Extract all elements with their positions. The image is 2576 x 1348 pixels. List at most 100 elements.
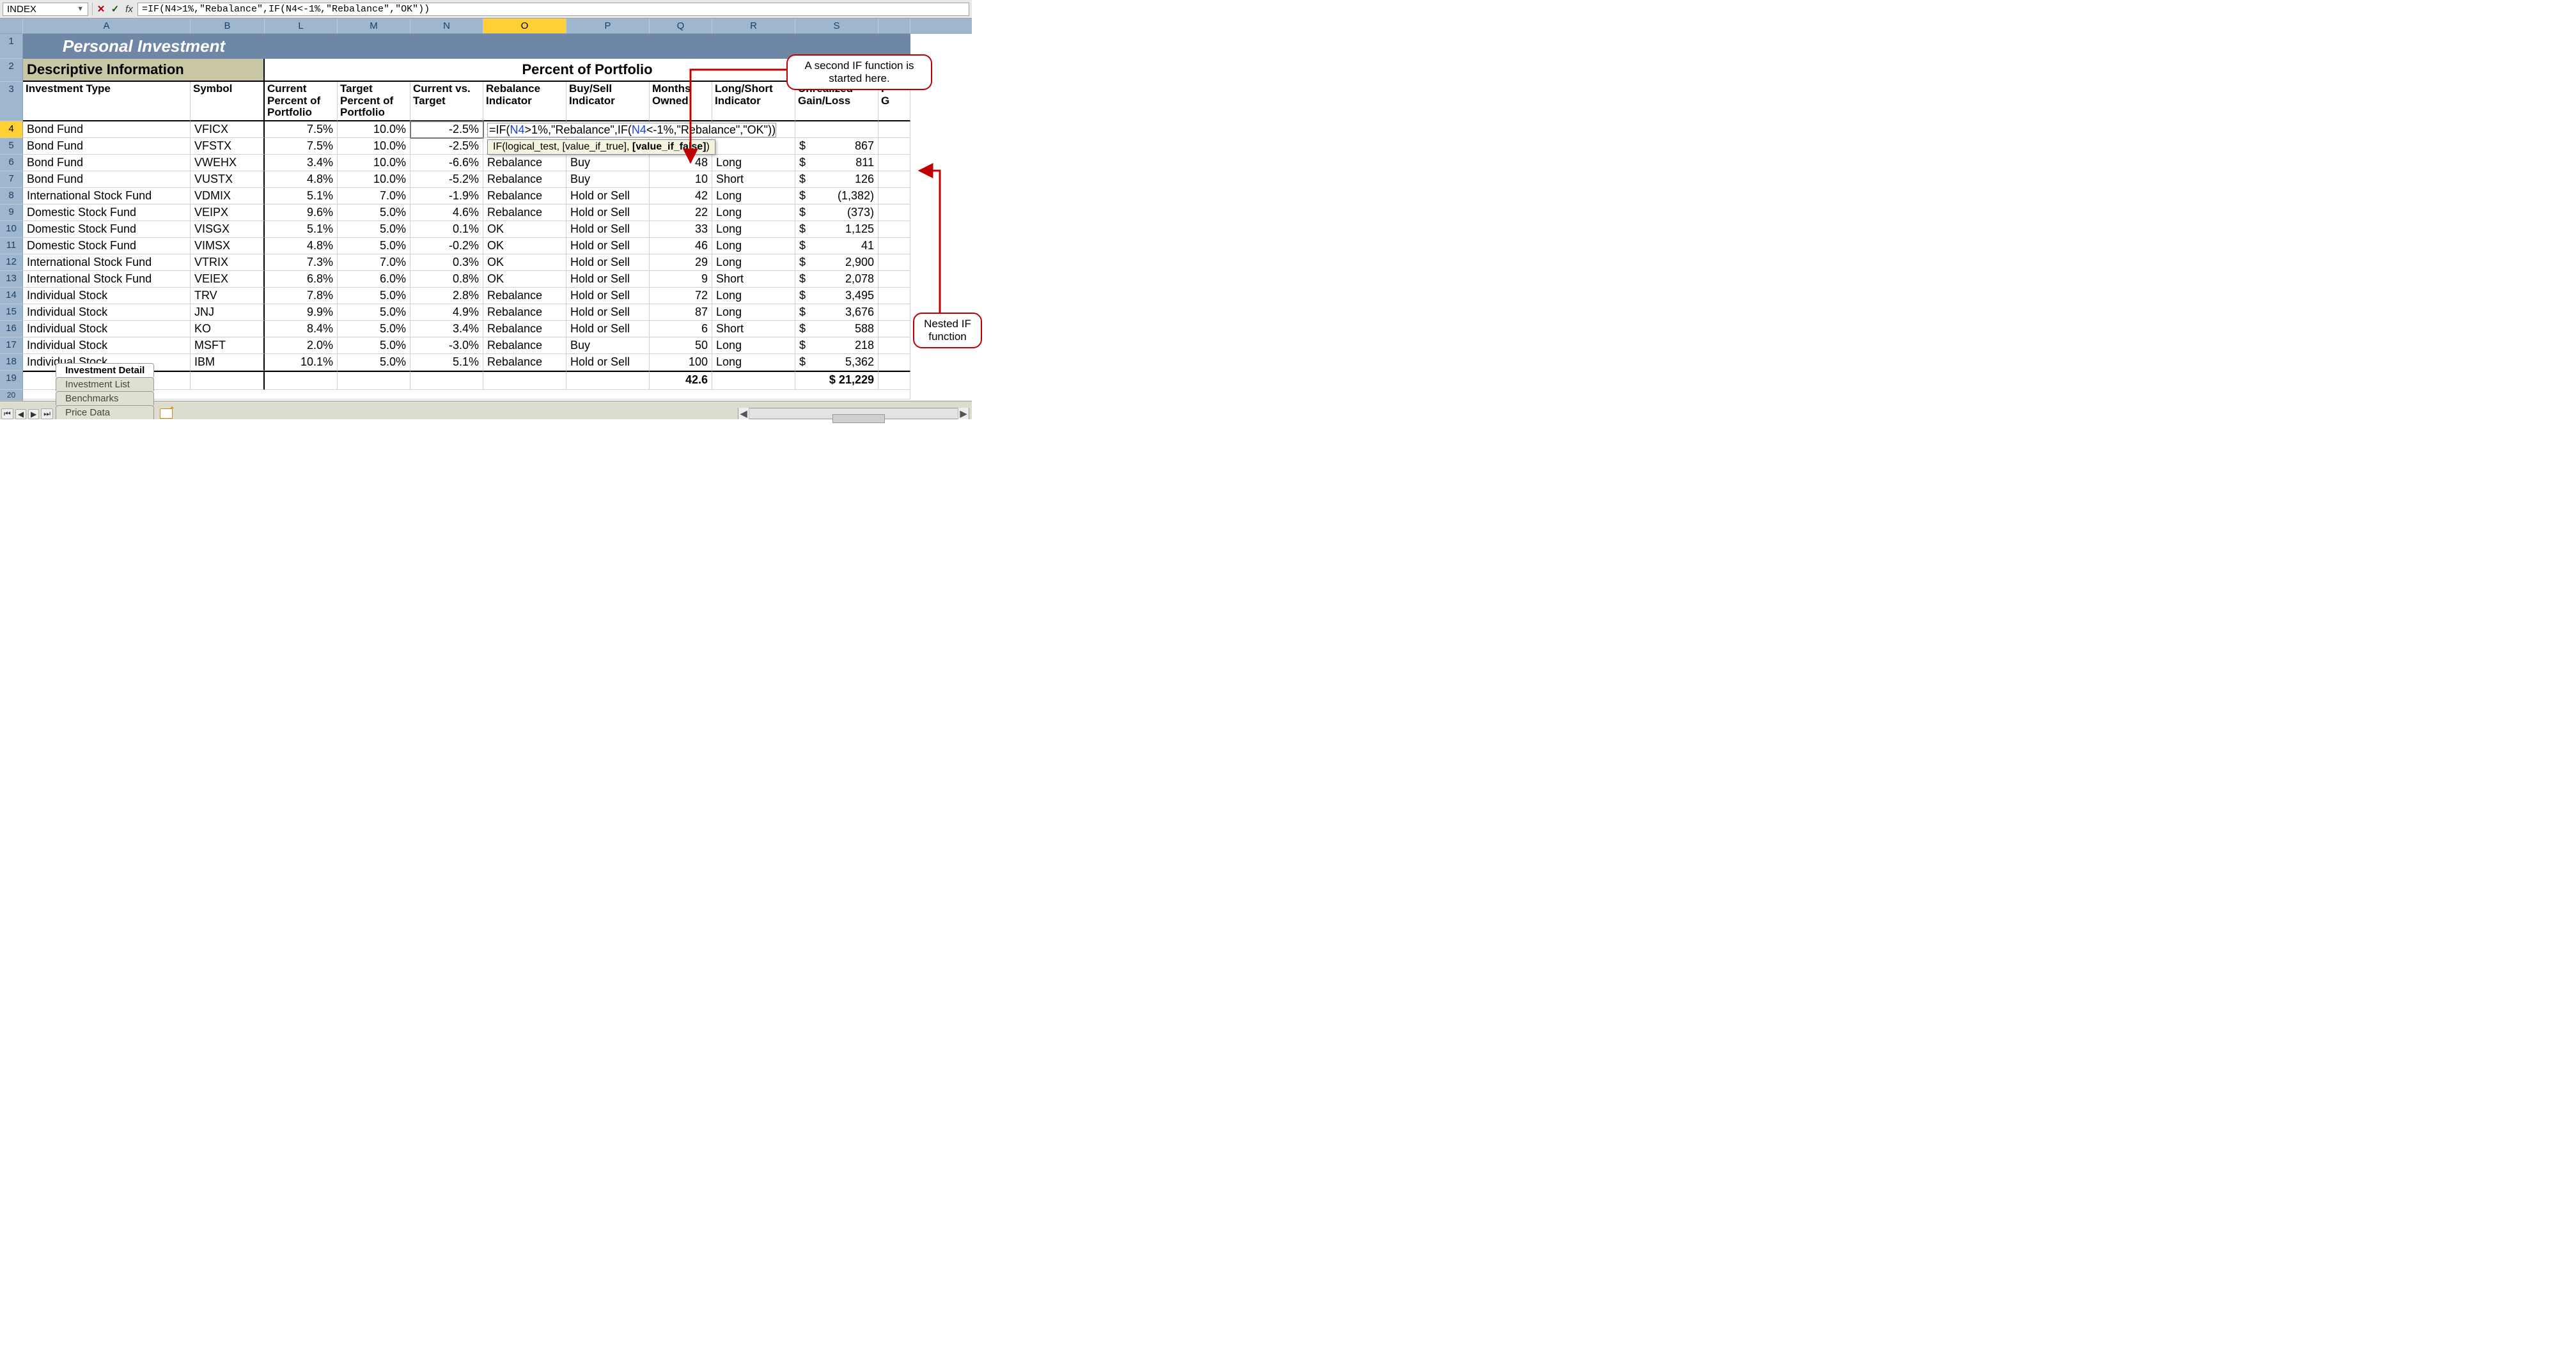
scroll-thumb[interactable] xyxy=(832,414,885,423)
cell-months[interactable]: 9 xyxy=(650,271,712,288)
cell-investment-type[interactable]: Individual Stock xyxy=(23,321,191,337)
cell-unrealized[interactable] xyxy=(795,121,878,138)
row-header[interactable]: 7 xyxy=(0,171,23,188)
cell-rebalance[interactable]: Rebalance xyxy=(483,205,566,221)
new-sheet-button[interactable] xyxy=(158,408,175,419)
cell-symbol[interactable]: VUSTX xyxy=(191,171,265,188)
cell-current-vs-target[interactable]: 5.1% xyxy=(410,354,483,371)
cell-current-pct[interactable]: 4.8% xyxy=(265,238,338,254)
cell-current-pct[interactable]: 9.9% xyxy=(265,304,338,321)
cell-pg[interactable] xyxy=(878,155,910,171)
cell-current-pct[interactable]: 3.4% xyxy=(265,155,338,171)
cell-longshort[interactable]: Short xyxy=(712,271,795,288)
cell-symbol[interactable]: VFICX xyxy=(191,121,265,138)
tab-nav-next-icon[interactable]: ▶ xyxy=(28,409,39,419)
cell-current-pct[interactable]: 7.3% xyxy=(265,254,338,271)
cell-unrealized[interactable]: $1,125 xyxy=(795,221,878,238)
cell-longshort[interactable]: Short xyxy=(712,171,795,188)
cell-symbol[interactable]: JNJ xyxy=(191,304,265,321)
row-header[interactable]: 13 xyxy=(0,271,23,288)
cell-longshort[interactable]: Long xyxy=(712,221,795,238)
cell-buysell[interactable]: Hold or Sell xyxy=(566,288,650,304)
horizontal-scrollbar[interactable]: ◀ ▶ xyxy=(738,408,969,419)
cell-rebalance[interactable]: OK xyxy=(483,238,566,254)
cell-symbol[interactable]: VISGX xyxy=(191,221,265,238)
cell-current-pct[interactable]: 2.0% xyxy=(265,337,338,354)
cell-investment-type[interactable]: Individual Stock xyxy=(23,304,191,321)
column-header[interactable]: M xyxy=(338,19,410,34)
cell-unrealized[interactable]: $126 xyxy=(795,171,878,188)
cell-target-pct[interactable]: 10.0% xyxy=(338,121,410,138)
cell-buysell[interactable]: Hold or Sell xyxy=(566,254,650,271)
column-header[interactable]: P xyxy=(566,19,650,34)
cell-target-pct[interactable]: 5.0% xyxy=(338,221,410,238)
cell-rebalance[interactable]: Rebalance xyxy=(483,337,566,354)
column-header[interactable]: Q xyxy=(650,19,712,34)
row-header[interactable]: 18 xyxy=(0,354,23,371)
cell-buysell[interactable]: Buy xyxy=(566,171,650,188)
row-header[interactable]: 3 xyxy=(0,82,23,121)
cell-symbol[interactable]: VTRIX xyxy=(191,254,265,271)
cell-months[interactable]: 22 xyxy=(650,205,712,221)
cell-investment-type[interactable]: Bond Fund xyxy=(23,155,191,171)
cell-pg[interactable] xyxy=(878,271,910,288)
cell-longshort[interactable]: Long xyxy=(712,337,795,354)
cell-symbol[interactable]: VEIPX xyxy=(191,205,265,221)
cell-investment-type[interactable]: Bond Fund xyxy=(23,138,191,155)
sheet-tab[interactable]: Benchmarks xyxy=(56,391,154,405)
cell-rebalance[interactable]: Rebalance xyxy=(483,354,566,371)
formula-cancel-button[interactable]: ✕ xyxy=(94,3,108,15)
cell-symbol[interactable]: VIMSX xyxy=(191,238,265,254)
row-header[interactable]: 17 xyxy=(0,337,23,354)
cell-current-vs-target[interactable]: 4.9% xyxy=(410,304,483,321)
cell-investment-type[interactable]: Individual Stock xyxy=(23,288,191,304)
cell-pg[interactable] xyxy=(878,337,910,354)
row-header[interactable]: 10 xyxy=(0,221,23,238)
cell-current-pct[interactable]: 7.5% xyxy=(265,121,338,138)
column-header[interactable]: N xyxy=(410,19,483,34)
cell-symbol[interactable]: MSFT xyxy=(191,337,265,354)
cell-current-pct[interactable]: 10.1% xyxy=(265,354,338,371)
row-header[interactable]: 16 xyxy=(0,321,23,337)
cell-target-pct[interactable]: 5.0% xyxy=(338,354,410,371)
cell-pg[interactable] xyxy=(878,171,910,188)
cell-rebalance[interactable]: OK xyxy=(483,221,566,238)
cell-buysell[interactable]: Hold or Sell xyxy=(566,321,650,337)
column-header[interactable] xyxy=(878,19,910,34)
cell-months[interactable]: 87 xyxy=(650,304,712,321)
cell-months[interactable]: 33 xyxy=(650,221,712,238)
cell-rebalance[interactable]: OK xyxy=(483,271,566,288)
cell-unrealized[interactable]: $588 xyxy=(795,321,878,337)
cell-buysell[interactable]: Buy xyxy=(566,337,650,354)
row-header[interactable]: 5 xyxy=(0,138,23,155)
cell-current-pct[interactable]: 6.8% xyxy=(265,271,338,288)
cell-longshort[interactable]: Long xyxy=(712,354,795,371)
row-header[interactable]: 12 xyxy=(0,254,23,271)
cell-months[interactable]: 42 xyxy=(650,188,712,205)
cell-rebalance[interactable]: Rebalance xyxy=(483,188,566,205)
row-header[interactable]: 9 xyxy=(0,205,23,221)
inline-formula-edit[interactable]: =IF(N4>1%,"Rebalance",IF(N4<-1%,"Rebalan… xyxy=(487,123,776,137)
cell-investment-type[interactable]: International Stock Fund xyxy=(23,188,191,205)
cell-target-pct[interactable]: 7.0% xyxy=(338,254,410,271)
scroll-right-icon[interactable]: ▶ xyxy=(958,408,969,419)
sheet-tab[interactable]: Price Data xyxy=(56,405,154,419)
cell-pg[interactable] xyxy=(878,238,910,254)
cell-symbol[interactable]: VDMIX xyxy=(191,188,265,205)
cell-buysell[interactable]: Hold or Sell xyxy=(566,271,650,288)
cell-current-vs-target[interactable]: 4.6% xyxy=(410,205,483,221)
row-header[interactable]: 20 xyxy=(0,390,23,401)
cell-buysell[interactable]: Hold or Sell xyxy=(566,221,650,238)
sheet-tab[interactable]: Investment List xyxy=(56,377,154,391)
cell-symbol[interactable]: VEIEX xyxy=(191,271,265,288)
cell-longshort[interactable]: Long xyxy=(712,304,795,321)
row-header[interactable]: 4 xyxy=(0,121,23,138)
cell-buysell[interactable]: Hold or Sell xyxy=(566,304,650,321)
cell-target-pct[interactable]: 7.0% xyxy=(338,188,410,205)
cell-unrealized[interactable]: $3,676 xyxy=(795,304,878,321)
column-header[interactable]: O xyxy=(483,19,566,34)
cell-investment-type[interactable]: Bond Fund xyxy=(23,171,191,188)
cell-buysell[interactable]: Hold or Sell xyxy=(566,188,650,205)
cell-unrealized[interactable]: $(1,382) xyxy=(795,188,878,205)
tab-nav-last-icon[interactable]: ⏭ xyxy=(41,408,53,419)
